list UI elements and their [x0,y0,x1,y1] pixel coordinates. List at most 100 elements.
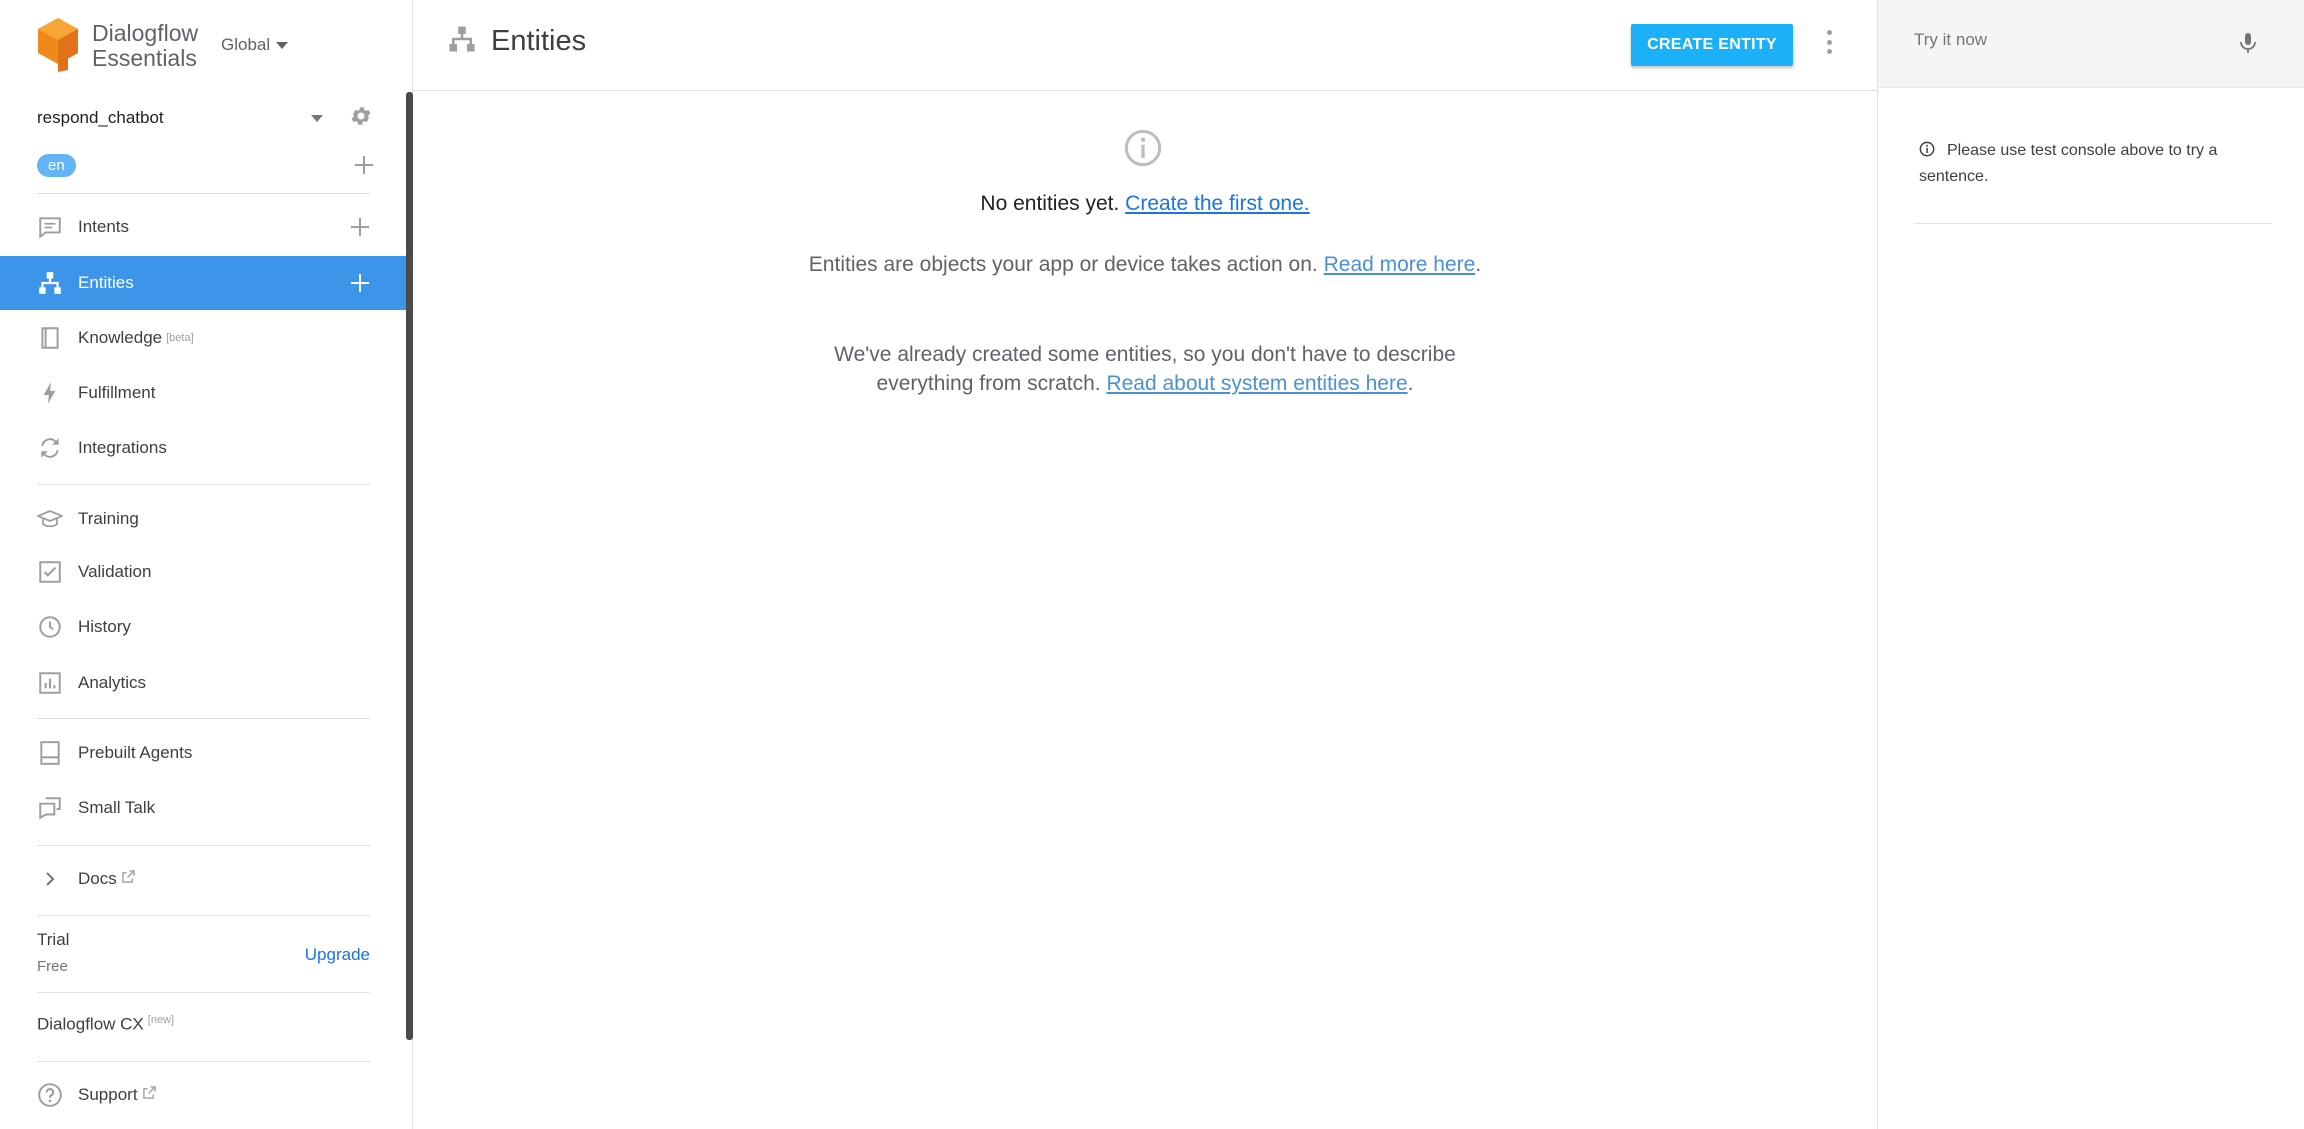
agent-dropdown-icon[interactable] [311,114,323,122]
add-intent-icon[interactable] [351,218,369,236]
sidebar-item-label: Validation [78,562,152,581]
system-entities-link[interactable]: Read about system entities here [1106,372,1407,395]
sidebar: Dialogflow Essentials Global respond_cha… [0,0,413,1129]
divider [37,992,370,993]
info-icon [1123,128,1163,173]
divider [37,193,370,194]
test-console-hint: Please use test console above to try a s… [1919,139,2264,189]
create-first-entity-link[interactable]: Create the first one. [1125,192,1309,215]
more-options-icon[interactable] [1824,30,1834,54]
help-circle-icon [37,1082,63,1108]
empty-state-text: No entities yet. [980,192,1120,215]
sidebar-item-history[interactable]: History [0,600,406,654]
region-label: Global [221,35,271,54]
add-language-icon[interactable] [355,156,373,174]
brand-logo[interactable]: Dialogflow Essentials [36,16,199,77]
sidebar-item-label: Analytics [78,673,147,692]
book-icon [37,325,63,351]
try-it-bar [1878,0,2304,88]
sidebar-item-intents[interactable]: Intents [0,200,406,254]
new-tag: [new] [147,1014,175,1026]
entities-description: Entities are objects your app or device … [413,250,1877,279]
caret-down-icon [276,41,289,49]
microphone-icon[interactable] [2236,30,2260,61]
period: . [1475,253,1482,276]
sidebar-item-docs[interactable]: Docs [0,852,406,906]
sidebar-item-label: Prebuilt Agents [78,743,193,762]
hint-text: Please use test console above to try a s… [1919,142,2218,185]
description-text: We've already created some entities, so … [834,343,1456,366]
sidebar-item-entities[interactable]: Entities [0,256,406,310]
sidebar-item-label: Fulfillment [78,383,156,402]
divider [37,915,370,916]
page-header: Entities CREATE ENTITY [413,0,1877,91]
speech-bubbles-icon [37,795,63,821]
try-it-input[interactable] [1914,30,2214,50]
beta-tag: [beta] [166,332,194,344]
divider [37,718,370,719]
sidebar-item-label: Knowledge [78,328,163,347]
read-more-link-text: Read more here [1323,253,1476,276]
bookmark-icon [37,740,63,766]
checkbox-icon [37,559,63,585]
upgrade-link[interactable]: Upgrade [305,945,370,965]
gear-icon[interactable] [349,104,373,133]
sidebar-item-small-talk[interactable]: Small Talk [0,781,406,835]
period: . [1407,372,1414,395]
sidebar-scrollbar[interactable] [406,92,413,1040]
hierarchy-icon [447,24,477,59]
language-chip[interactable]: en [37,153,76,177]
system-entities-description: We've already created some entities, so … [413,340,1877,398]
cx-label: Dialogflow CX [37,1014,144,1034]
agent-selector-row: respond_chatbot [37,103,373,133]
chevron-right-icon [37,866,63,892]
add-entity-icon[interactable] [351,274,369,292]
sync-icon [37,435,63,461]
page-title: Entities [491,25,587,57]
graduation-cap-icon [37,506,63,532]
lightning-icon [37,380,63,406]
divider [1914,223,2271,224]
sidebar-item-label: Small Talk [78,798,156,817]
sidebar-item-label: Training [78,509,139,528]
main-content: No entities yet. Create the first one. E… [413,92,1877,1129]
language-row: en [37,150,373,180]
sidebar-item-label: Support [78,1085,138,1104]
agent-name[interactable]: respond_chatbot [37,108,311,128]
sidebar-item-prebuilt-agents[interactable]: Prebuilt Agents [0,726,406,780]
read-more-link[interactable]: Read more here [1324,253,1476,276]
external-link-icon [142,1086,156,1104]
sidebar-item-integrations[interactable]: Integrations [0,421,406,475]
sidebar-item-fulfillment[interactable]: Fulfillment [0,366,406,420]
description-text: everything from scratch. [876,372,1101,395]
dialogflow-cx-link[interactable]: Dialogflow CX [new] [37,1014,174,1035]
brand-name: Dialogflow Essentials [92,20,199,71]
empty-state-message: No entities yet. Create the first one. [413,192,1877,216]
test-console: Please use test console above to try a s… [1877,0,2304,1129]
sidebar-item-analytics[interactable]: Analytics [0,656,406,710]
region-selector[interactable]: Global [221,35,289,55]
divider [37,1061,370,1062]
clock-icon [37,614,63,640]
sidebar-item-support[interactable]: Support [0,1068,406,1122]
hierarchy-icon [37,270,63,296]
bar-chart-icon [37,670,63,696]
sidebar-item-label: Intents [78,217,130,236]
sidebar-item-validation[interactable]: Validation [0,545,406,599]
dialogflow-logo-icon [36,16,80,77]
sidebar-item-knowledge[interactable]: Knowledge [beta] [0,311,406,365]
chat-bubble-icon [37,214,63,240]
trial-plan: Trial Free Upgrade [37,930,370,975]
external-link-icon [121,870,135,888]
page-title-wrap: Entities [447,24,586,59]
description-text: Entities are objects your app or device … [808,253,1318,276]
divider [37,845,370,846]
sidebar-item-label: Entities [78,273,134,292]
divider [37,484,370,485]
sidebar-item-training[interactable]: Training [0,492,406,546]
info-icon [1919,141,1935,165]
sidebar-item-label: Integrations [78,438,167,457]
sidebar-item-label: Docs [78,869,117,888]
sidebar-item-label: History [78,617,131,636]
create-entity-button[interactable]: CREATE ENTITY [1631,24,1793,66]
